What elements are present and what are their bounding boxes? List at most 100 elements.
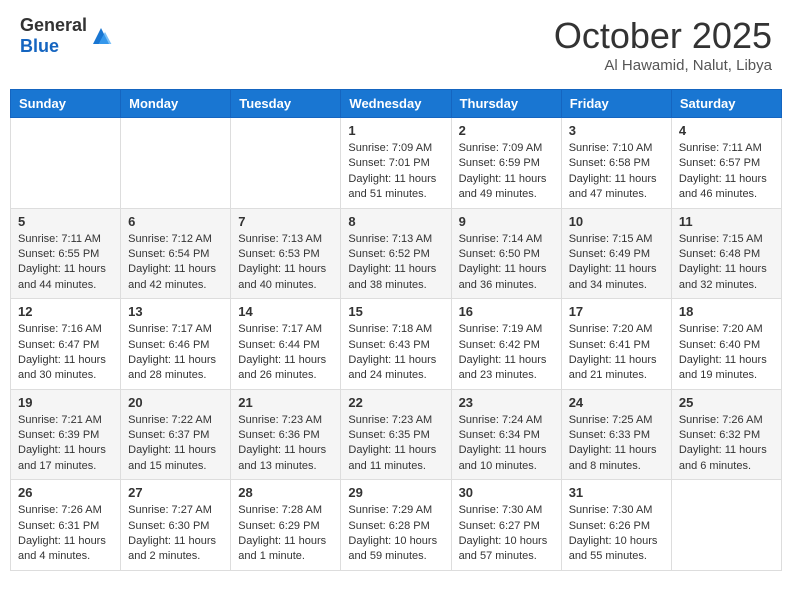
- calendar-cell: 11 Sunrise: 7:15 AM Sunset: 6:48 PM Dayli…: [671, 208, 781, 299]
- day-info: Sunrise: 7:20 AM Sunset: 6:40 PM Dayligh…: [679, 322, 774, 384]
- day-info: Sunrise: 7:13 AM Sunset: 6:53 PM Dayligh…: [238, 232, 333, 294]
- day-info: Sunrise: 7:14 AM Sunset: 6:50 PM Dayligh…: [459, 232, 554, 294]
- day-number: 7: [238, 214, 333, 229]
- calendar-cell: 30 Sunrise: 7:30 AM Sunset: 6:27 PM Dayli…: [451, 480, 561, 571]
- calendar-cell: 20 Sunrise: 7:22 AM Sunset: 6:37 PM Dayli…: [121, 389, 231, 480]
- day-number: 26: [18, 485, 113, 500]
- day-number: 31: [569, 485, 664, 500]
- day-number: 11: [679, 214, 774, 229]
- calendar-cell: 26Sunrise: 7:26 AM Sunset: 6:31 PM Dayli…: [11, 480, 121, 571]
- day-info: Sunrise: 7:30 AM Sunset: 6:27 PM Dayligh…: [459, 503, 554, 565]
- day-info: Sunrise: 7:21 AM Sunset: 6:39 PM Dayligh…: [18, 413, 113, 475]
- day-info: Sunrise: 7:19 AM Sunset: 6:42 PM Dayligh…: [459, 322, 554, 384]
- calendar-cell: 12 Sunrise: 7:16 AM Sunset: 6:47 PM Dayli…: [11, 299, 121, 390]
- day-info: Sunrise: 7:13 AM Sunset: 6:52 PM Dayligh…: [348, 232, 443, 294]
- calendar-cell: 27 Sunrise: 7:27 AM Sunset: 6:30 PM Dayli…: [121, 480, 231, 571]
- calendar-cell: 5Sunrise: 7:11 AM Sunset: 6:55 PM Daylig…: [11, 208, 121, 299]
- calendar-cell: 19 Sunrise: 7:21 AM Sunset: 6:39 PM Dayli…: [11, 389, 121, 480]
- day-number: 16: [459, 304, 554, 319]
- day-number: 20: [128, 395, 223, 410]
- calendar-cell: 22 Sunrise: 7:23 AM Sunset: 6:35 PM Dayli…: [341, 389, 451, 480]
- calendar-cell: 14Sunrise: 7:17 AM Sunset: 6:44 PM Dayli…: [231, 299, 341, 390]
- day-info: Sunrise: 7:24 AM Sunset: 6:34 PM Dayligh…: [459, 413, 554, 475]
- calendar-week-1: 1Sunrise: 7:09 AM Sunset: 7:01 PM Daylig…: [11, 118, 782, 209]
- day-number: 22: [348, 395, 443, 410]
- calendar-cell: 25Sunrise: 7:26 AM Sunset: 6:32 PM Dayli…: [671, 389, 781, 480]
- day-number: 4: [679, 123, 774, 138]
- calendar-header-row: SundayMondayTuesdayWednesdayThursdayFrid…: [11, 90, 782, 118]
- logo-icon: [89, 24, 113, 48]
- calendar-cell: 28Sunrise: 7:28 AM Sunset: 6:29 PM Dayli…: [231, 480, 341, 571]
- logo-general: General: [20, 15, 87, 35]
- calendar-cell: 29 Sunrise: 7:29 AM Sunset: 6:28 PM Dayli…: [341, 480, 451, 571]
- calendar-cell: 1Sunrise: 7:09 AM Sunset: 7:01 PM Daylig…: [341, 118, 451, 209]
- calendar-cell: 15Sunrise: 7:18 AM Sunset: 6:43 PM Dayli…: [341, 299, 451, 390]
- day-number: 18: [679, 304, 774, 319]
- day-info: Sunrise: 7:20 AM Sunset: 6:41 PM Dayligh…: [569, 322, 664, 384]
- day-info: Sunrise: 7:25 AM Sunset: 6:33 PM Dayligh…: [569, 413, 664, 475]
- day-number: 30: [459, 485, 554, 500]
- day-number: 25: [679, 395, 774, 410]
- day-number: 17: [569, 304, 664, 319]
- calendar-cell: [231, 118, 341, 209]
- month-title: October 2025: [554, 15, 772, 57]
- calendar-cell: 21 Sunrise: 7:23 AM Sunset: 6:36 PM Dayli…: [231, 389, 341, 480]
- day-number: 23: [459, 395, 554, 410]
- day-number: 13: [128, 304, 223, 319]
- day-info: Sunrise: 7:23 AM Sunset: 6:36 PM Dayligh…: [238, 413, 333, 475]
- day-info: Sunrise: 7:22 AM Sunset: 6:37 PM Dayligh…: [128, 413, 223, 475]
- calendar-week-4: 19 Sunrise: 7:21 AM Sunset: 6:39 PM Dayli…: [11, 389, 782, 480]
- day-number: 29: [348, 485, 443, 500]
- day-info: Sunrise: 7:09 AM Sunset: 7:01 PM Dayligh…: [348, 141, 443, 203]
- day-number: 19: [18, 395, 113, 410]
- weekday-header-monday: Monday: [121, 90, 231, 118]
- calendar-week-2: 5Sunrise: 7:11 AM Sunset: 6:55 PM Daylig…: [11, 208, 782, 299]
- calendar-cell: [121, 118, 231, 209]
- day-info: Sunrise: 7:16 AM Sunset: 6:47 PM Dayligh…: [18, 322, 113, 384]
- location: Al Hawamid, Nalut, Libya: [554, 57, 772, 74]
- day-info: Sunrise: 7:10 AM Sunset: 6:58 PM Dayligh…: [569, 141, 664, 203]
- calendar-cell: 17 Sunrise: 7:20 AM Sunset: 6:41 PM Dayli…: [561, 299, 671, 390]
- day-info: Sunrise: 7:11 AM Sunset: 6:57 PM Dayligh…: [679, 141, 774, 203]
- day-number: 21: [238, 395, 333, 410]
- page-header: General Blue October 2025 Al Hawamid, Na…: [10, 10, 782, 79]
- logo-blue: Blue: [20, 36, 59, 56]
- calendar-cell: [671, 480, 781, 571]
- calendar-cell: 10 Sunrise: 7:15 AM Sunset: 6:49 PM Dayli…: [561, 208, 671, 299]
- calendar-cell: 9 Sunrise: 7:14 AM Sunset: 6:50 PM Daylig…: [451, 208, 561, 299]
- calendar-cell: 7 Sunrise: 7:13 AM Sunset: 6:53 PM Daylig…: [231, 208, 341, 299]
- title-block: October 2025 Al Hawamid, Nalut, Libya: [554, 15, 772, 74]
- calendar-cell: 16 Sunrise: 7:19 AM Sunset: 6:42 PM Dayli…: [451, 299, 561, 390]
- weekday-header-sunday: Sunday: [11, 90, 121, 118]
- day-number: 10: [569, 214, 664, 229]
- day-info: Sunrise: 7:15 AM Sunset: 6:49 PM Dayligh…: [569, 232, 664, 294]
- day-number: 3: [569, 123, 664, 138]
- day-info: Sunrise: 7:29 AM Sunset: 6:28 PM Dayligh…: [348, 503, 443, 565]
- calendar-cell: 18 Sunrise: 7:20 AM Sunset: 6:40 PM Dayli…: [671, 299, 781, 390]
- logo-text: General Blue: [20, 15, 87, 57]
- calendar-cell: 31Sunrise: 7:30 AM Sunset: 6:26 PM Dayli…: [561, 480, 671, 571]
- calendar-cell: 3 Sunrise: 7:10 AM Sunset: 6:58 PM Daylig…: [561, 118, 671, 209]
- day-number: 2: [459, 123, 554, 138]
- day-number: 27: [128, 485, 223, 500]
- day-info: Sunrise: 7:23 AM Sunset: 6:35 PM Dayligh…: [348, 413, 443, 475]
- day-number: 15: [348, 304, 443, 319]
- calendar-cell: 2 Sunrise: 7:09 AM Sunset: 6:59 PM Daylig…: [451, 118, 561, 209]
- day-number: 14: [238, 304, 333, 319]
- day-number: 9: [459, 214, 554, 229]
- day-info: Sunrise: 7:27 AM Sunset: 6:30 PM Dayligh…: [128, 503, 223, 565]
- day-number: 6: [128, 214, 223, 229]
- weekday-header-saturday: Saturday: [671, 90, 781, 118]
- day-number: 5: [18, 214, 113, 229]
- day-info: Sunrise: 7:28 AM Sunset: 6:29 PM Dayligh…: [238, 503, 333, 565]
- day-number: 12: [18, 304, 113, 319]
- calendar-table: SundayMondayTuesdayWednesdayThursdayFrid…: [10, 89, 782, 571]
- day-info: Sunrise: 7:15 AM Sunset: 6:48 PM Dayligh…: [679, 232, 774, 294]
- day-info: Sunrise: 7:09 AM Sunset: 6:59 PM Dayligh…: [459, 141, 554, 203]
- calendar-cell: 24Sunrise: 7:25 AM Sunset: 6:33 PM Dayli…: [561, 389, 671, 480]
- weekday-header-wednesday: Wednesday: [341, 90, 451, 118]
- weekday-header-tuesday: Tuesday: [231, 90, 341, 118]
- calendar-cell: 4 Sunrise: 7:11 AM Sunset: 6:57 PM Daylig…: [671, 118, 781, 209]
- weekday-header-thursday: Thursday: [451, 90, 561, 118]
- calendar-cell: 23 Sunrise: 7:24 AM Sunset: 6:34 PM Dayli…: [451, 389, 561, 480]
